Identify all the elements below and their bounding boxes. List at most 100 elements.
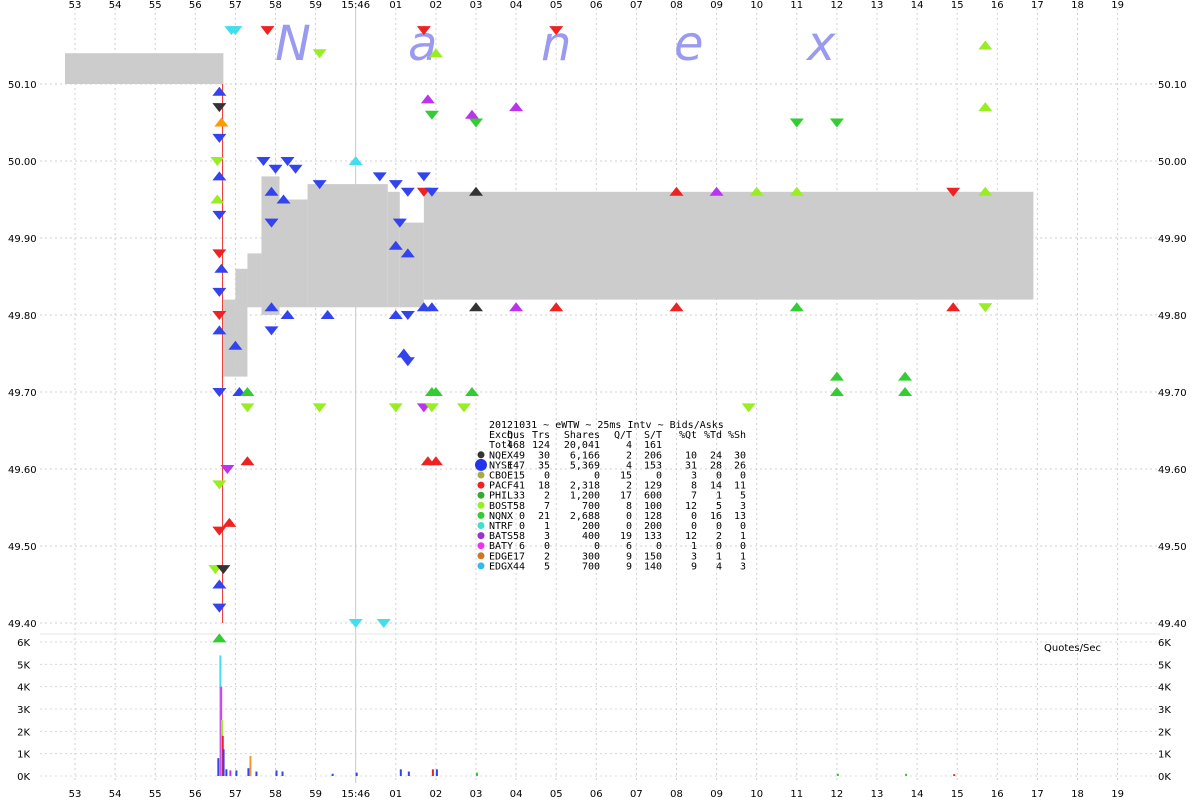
quote-marker: [212, 171, 227, 181]
vol-tick-label-right: 1K: [1158, 750, 1171, 761]
volume-bar: [222, 749, 225, 776]
quote-marker: [256, 157, 271, 166]
quote-marker: [400, 311, 415, 320]
stats-cell: 9: [626, 561, 632, 572]
x-tick-label-bottom: 02: [430, 789, 443, 800]
stats-row-marker: [477, 471, 485, 479]
x-tick-label-bottom: 12: [831, 789, 844, 800]
quote-marker: [946, 302, 961, 312]
quote-marker: [214, 117, 229, 127]
quote-marker: [469, 186, 483, 196]
quote-marker: [978, 303, 993, 313]
quote-marker: [212, 210, 227, 220]
x-tick-label-top: 02: [430, 0, 443, 11]
stats-row-marker: [477, 552, 485, 560]
quote-marker: [280, 157, 295, 166]
quote-marker: [829, 118, 844, 128]
quote-marker: [669, 302, 684, 312]
volume-bar: [225, 769, 228, 776]
quote-marker: [978, 102, 993, 112]
volume-bar: [331, 773, 334, 776]
quote-marker: [898, 371, 913, 381]
quote-marker: [222, 517, 237, 527]
quote-marker: [388, 403, 403, 413]
x-tick-label-bottom: 14: [911, 789, 924, 800]
x-tick-label-bottom: 17: [1031, 789, 1044, 800]
chart-svg: Nanex 535354545555565657575858595915:461…: [8, 0, 1187, 800]
quote-marker: [212, 526, 227, 536]
y-tick-label-right: 49.60: [1158, 465, 1187, 476]
x-tick-label-bottom: 07: [630, 789, 643, 800]
volume-bar: [235, 770, 238, 776]
quote-marker: [456, 403, 471, 413]
stats-column-header: %Sh: [728, 430, 746, 441]
stats-row-marker: [477, 532, 485, 540]
y-tick-label-left: 49.80: [8, 311, 37, 322]
volume-bar: [407, 771, 410, 776]
x-tick-label-top: 15:46: [341, 0, 370, 11]
quote-marker: [416, 172, 431, 182]
quote-marker: [240, 403, 255, 413]
quote-marker: [709, 186, 724, 196]
quote-marker: [212, 480, 227, 490]
nbbo-band-segment: [399, 222, 424, 308]
quote-marker: [268, 164, 283, 174]
x-tick-label-top: 15: [951, 0, 964, 11]
y-tick-label-left: 50.10: [8, 80, 37, 91]
quote-marker: [669, 186, 684, 196]
stats-row-marker: [477, 522, 485, 529]
quote-marker: [212, 133, 227, 143]
x-tick-label-top: 54: [109, 0, 122, 11]
volume-bar: [355, 772, 358, 776]
volume-bar: [255, 771, 258, 776]
vol-tick-label-right: 2K: [1158, 727, 1171, 738]
quote-marker: [789, 118, 804, 128]
nbbo-band-segment: [235, 268, 248, 377]
x-tick-label-top: 18: [1071, 0, 1084, 11]
x-tick-label-top: 01: [389, 0, 402, 11]
volume-bar: [281, 771, 284, 776]
quote-marker: [396, 348, 411, 358]
y-tick-label-right: 49.70: [1158, 388, 1187, 399]
volume-bar: [435, 769, 438, 776]
quote-marker: [214, 263, 229, 273]
quote-marker: [388, 180, 403, 190]
x-tick-label-bottom: 16: [991, 789, 1004, 800]
x-tick-label-top: 03: [470, 0, 483, 11]
x-tick-label-top: 59: [309, 0, 322, 11]
y-tick-label-left: 49.60: [8, 465, 37, 476]
x-tick-label-bottom: 15:46: [341, 789, 370, 800]
vol-tick-label-left: 1K: [17, 750, 30, 761]
quote-marker: [789, 186, 804, 196]
y-tick-label-left: 49.90: [8, 234, 37, 245]
vol-tick-label-right: 0K: [1158, 772, 1171, 783]
x-tick-label-bottom: 53: [69, 789, 82, 800]
vol-tick-label-left: 6K: [17, 638, 30, 649]
x-tick-label-bottom: 09: [710, 789, 723, 800]
quote-marker: [509, 302, 524, 312]
stats-row-marker: [477, 511, 485, 519]
volume-bar: [229, 770, 232, 776]
x-tick-label-top: 17: [1031, 0, 1044, 11]
x-tick-label-bottom: 03: [470, 789, 483, 800]
y-tick-label-right: 50.00: [1158, 157, 1187, 168]
vol-tick-label-left: 3K: [17, 705, 30, 716]
quote-marker: [978, 186, 993, 196]
watermark-letter: a: [408, 16, 437, 72]
y-tick-label-right: 49.40: [1158, 619, 1187, 630]
quote-marker: [288, 164, 303, 174]
volume-bar: [476, 772, 478, 776]
quote-marker: [212, 249, 227, 259]
volume-bar: [217, 758, 220, 776]
quote-marker: [212, 287, 227, 297]
x-tick-label-bottom: 58: [269, 789, 282, 800]
stats-column-header: %Qt: [679, 430, 697, 441]
volume-bars-layer: [217, 655, 956, 776]
y-tick-label-left: 49.50: [8, 542, 37, 553]
x-tick-label-top: 06: [590, 0, 603, 11]
x-tick-label-top: 57: [229, 0, 242, 11]
y-tick-label-right: 49.50: [1158, 542, 1187, 553]
x-tick-label-top: 13: [871, 0, 884, 11]
x-tick-label-bottom: 05: [550, 789, 563, 800]
stats-row-marker: [477, 491, 485, 499]
